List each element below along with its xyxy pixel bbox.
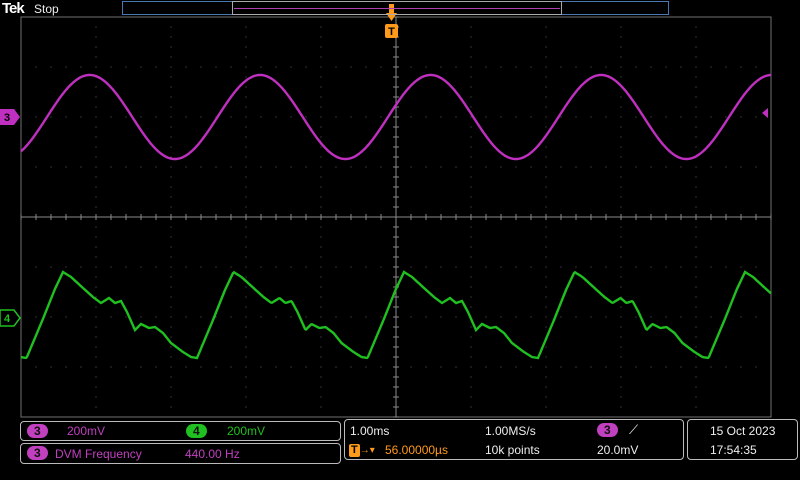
measurement-panel[interactable]: 3 DVM Frequency 440.00 Hz [20, 443, 341, 464]
graticule [20, 16, 772, 418]
ch4-badge[interactable]: 4 [186, 424, 207, 438]
channel-scale-panel[interactable]: 3 200mV 4 200mV [20, 421, 341, 441]
ch3-scale[interactable]: 200mV [67, 424, 105, 438]
brand-logo: Tek [2, 0, 25, 17]
record-view-trace [234, 8, 560, 9]
measurement-channel-badge: 3 [27, 446, 48, 460]
date: 15 Oct 2023 [710, 424, 776, 438]
horizontal-scale[interactable]: 1.00ms [350, 424, 389, 438]
trigger-slope-icon[interactable]: ⟋ [629, 422, 638, 438]
horizontal-position[interactable]: 56.00000µs [385, 443, 448, 457]
measurement-value: 440.00 Hz [185, 447, 240, 461]
svg-text:T: T [388, 26, 395, 38]
ch4-scale[interactable]: 200mV [227, 424, 265, 438]
measurement-label: DVM Frequency [55, 447, 142, 461]
svg-text:4: 4 [4, 313, 11, 325]
time: 17:54:35 [710, 443, 757, 457]
ch4-offset-marker[interactable]: 4 [0, 309, 21, 327]
timebase-trigger-panel[interactable]: 1.00ms 1.00MS/s 3 ⟋ T →▾ 56.00000µs 10k p… [344, 419, 684, 460]
trigger-position-icon: T →▾ [349, 444, 375, 457]
record-length: 10k points [485, 443, 540, 457]
acquisition-status[interactable]: Stop [34, 2, 59, 16]
trigger-level[interactable]: 20.0mV [597, 443, 638, 457]
waveform-display: T 3 4 [0, 4, 772, 418]
trigger-level-marker[interactable] [762, 108, 768, 118]
ch3-offset-marker[interactable]: 3 [0, 109, 20, 125]
datetime-panel[interactable]: 15 Oct 2023 17:54:35 [687, 419, 798, 460]
top-status-bar: Tek Stop [0, 0, 800, 18]
trigger-source-badge[interactable]: 3 [597, 423, 618, 437]
sample-rate: 1.00MS/s [485, 424, 536, 438]
ch3-badge[interactable]: 3 [27, 424, 48, 438]
svg-text:3: 3 [4, 112, 10, 124]
